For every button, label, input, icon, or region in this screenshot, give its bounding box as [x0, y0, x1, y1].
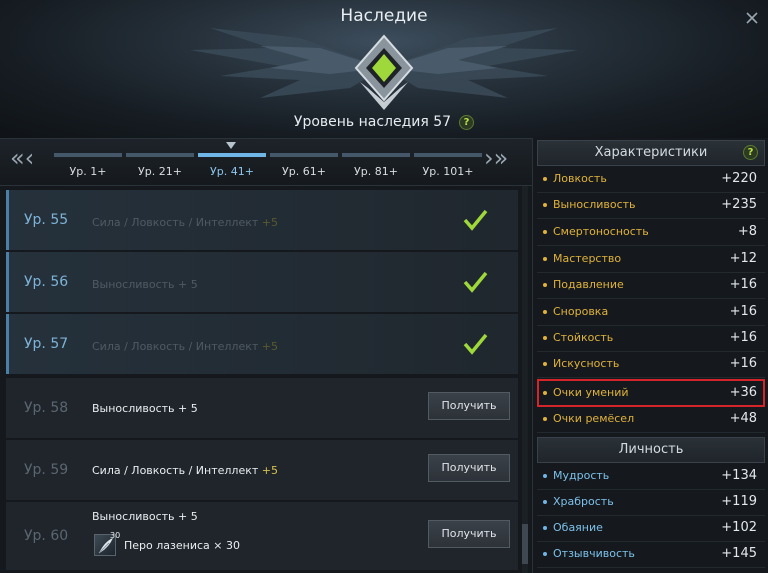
- active-tab-pointer-icon: [226, 142, 236, 149]
- checkmark-icon: [463, 271, 488, 293]
- window-title: Наследие: [340, 6, 428, 26]
- reward-description: Сила / Ловкость / Интеллект +5: [92, 464, 278, 477]
- stat-row: Выносливость +235: [537, 193, 765, 219]
- tab-level-81[interactable]: Ур. 81+: [342, 153, 412, 183]
- reward-level: Ур. 56: [24, 274, 69, 290]
- stats-panel: Характеристики ? Ловкость +220 Выносливос…: [532, 138, 768, 573]
- item-count: 30: [110, 531, 121, 540]
- personality-row: Обаяние +102: [537, 516, 765, 542]
- scrollbar-thumb[interactable]: [522, 524, 528, 564]
- checkmark-icon: [463, 333, 488, 355]
- characteristics-header: Характеристики ?: [537, 140, 765, 166]
- header: Наследие Уровень наследия 57?: [0, 0, 768, 138]
- claim-button[interactable]: Получить: [428, 454, 510, 482]
- legacy-level-text: Уровень наследия 57: [293, 114, 452, 130]
- tab-level-61[interactable]: Ур. 61+: [270, 153, 340, 183]
- tab-level-41[interactable]: Ур. 41+: [198, 153, 268, 183]
- personality-header: Личность: [537, 437, 765, 463]
- stat-row: Стойкость +16: [537, 326, 765, 352]
- reward-level: Ур. 57: [24, 336, 69, 352]
- reward-description: Выносливость + 5: [92, 402, 198, 415]
- legacy-level: Уровень наследия 57?: [0, 114, 768, 130]
- reward-row: Ур. 58 Выносливость + 5 Получить: [6, 378, 518, 438]
- reward-description: Выносливость + 5: [92, 278, 198, 291]
- reward-description: Сила / Ловкость / Интеллект +5: [92, 340, 278, 353]
- claim-button[interactable]: Получить: [428, 520, 510, 548]
- legacy-emblem-icon: [190, 28, 578, 110]
- rewards-list: Ур. 55 Сила / Ловкость / Интеллект +5 Ур…: [0, 186, 532, 573]
- tab-level-101[interactable]: Ур. 101+: [414, 153, 484, 183]
- close-icon[interactable]: [744, 10, 760, 26]
- prev-page-button[interactable]: «‹: [10, 146, 34, 171]
- personality-row: Храбрость +119: [537, 490, 765, 516]
- reward-row: Ур. 60 Выносливость + 5 30 Перо лазениса…: [6, 502, 518, 570]
- stat-row: Мастерство +12: [537, 247, 765, 273]
- reward-level: Ур. 60: [24, 528, 69, 544]
- help-icon[interactable]: ?: [459, 114, 475, 130]
- reward-level: Ур. 58: [24, 400, 69, 416]
- checkmark-icon: [463, 209, 488, 231]
- help-icon[interactable]: ?: [743, 145, 758, 160]
- stat-row-highlighted: Очки умений +36: [537, 379, 765, 407]
- tab-level-21[interactable]: Ур. 21+: [126, 153, 196, 183]
- tab-level-1[interactable]: Ур. 1+: [54, 153, 124, 183]
- reward-level: Ур. 55: [24, 212, 69, 228]
- stat-row: Сноровка +16: [537, 300, 765, 326]
- personality-row: Мудрость +134: [537, 464, 765, 490]
- reward-row: Ур. 57 Сила / Ловкость / Интеллект +5: [6, 314, 518, 374]
- stat-row: Смертоносность +8: [537, 220, 765, 246]
- claim-button[interactable]: Получить: [428, 392, 510, 420]
- reward-row: Ур. 56 Выносливость + 5: [6, 252, 518, 312]
- item-name: Перо лазениса × 30: [124, 539, 240, 552]
- personality-row: Отзывчивость +145: [537, 542, 765, 568]
- stat-row: Подавление +16: [537, 273, 765, 299]
- next-page-button[interactable]: ›»: [484, 146, 508, 171]
- stat-row: Ловкость +220: [537, 167, 765, 193]
- reward-level: Ур. 59: [24, 462, 69, 478]
- stat-row: Искусность +16: [537, 352, 765, 378]
- reward-description: Сила / Ловкость / Интеллект +5: [92, 216, 278, 229]
- stat-row: Очки ремёсел +48: [537, 407, 765, 433]
- scrollbar[interactable]: [522, 186, 528, 573]
- reward-description: Выносливость + 5: [92, 510, 198, 523]
- level-tabs: «‹ Ур. 1+ Ур. 21+ Ур. 41+ Ур. 61+ Ур. 81…: [0, 138, 532, 186]
- reward-row: Ур. 59 Сила / Ловкость / Интеллект +5 По…: [6, 440, 518, 500]
- reward-row: Ур. 55 Сила / Ловкость / Интеллект +5: [6, 190, 518, 250]
